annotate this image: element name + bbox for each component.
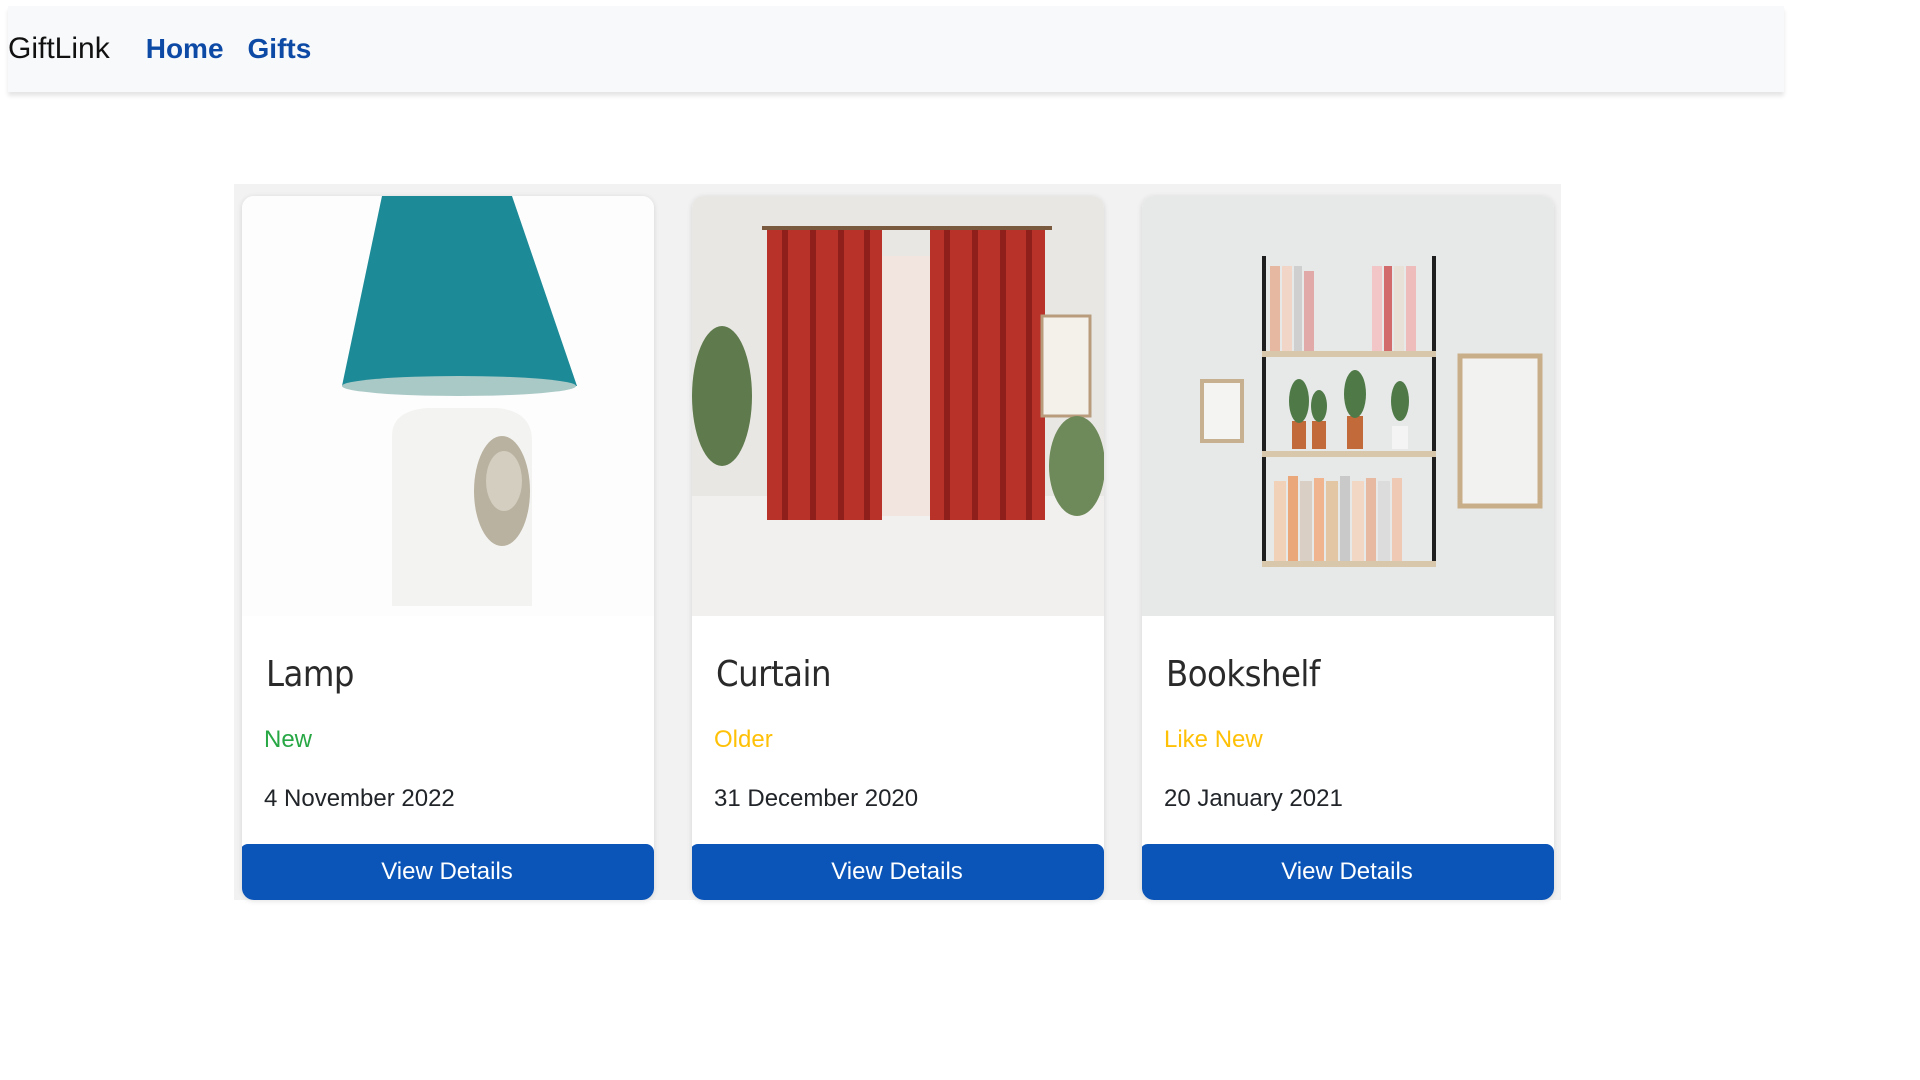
gift-card-curtain: Curtain Older 31 December 2020 View Deta… [692, 196, 1104, 900]
nav-link-gifts[interactable]: Gifts [248, 33, 312, 65]
gift-title: Bookshelf [1166, 654, 1320, 695]
gift-card-bookshelf: Bookshelf Like New 20 January 2021 View … [1142, 196, 1554, 900]
gift-condition: New [264, 726, 313, 753]
view-details-button[interactable]: View Details [692, 844, 1104, 900]
gift-card-lamp: Lamp New 4 November 2022 View Details [242, 196, 654, 900]
gift-date: 31 December 2020 [714, 785, 919, 812]
nav-link-home[interactable]: Home [146, 33, 224, 65]
gift-title: Curtain [716, 654, 832, 695]
nav-links: Home Gifts [146, 33, 312, 65]
view-details-button[interactable]: View Details [1142, 844, 1554, 900]
gift-date: 4 November 2022 [264, 785, 455, 812]
gift-title: Lamp [266, 654, 355, 695]
gift-grid: Lamp New 4 November 2022 View Details Cu… [234, 184, 1561, 900]
gift-condition: Older [714, 726, 773, 753]
brand-logo[interactable]: GiftLink [8, 32, 110, 66]
gift-date: 20 January 2021 [1164, 785, 1343, 812]
view-details-button[interactable]: View Details [242, 844, 654, 900]
gift-image-bookshelf [1142, 196, 1554, 616]
gift-condition: Like New [1164, 726, 1263, 753]
gift-image-curtain [692, 196, 1104, 616]
navbar: GiftLink Home Gifts [8, 6, 1784, 92]
gift-image-lamp [242, 196, 654, 616]
